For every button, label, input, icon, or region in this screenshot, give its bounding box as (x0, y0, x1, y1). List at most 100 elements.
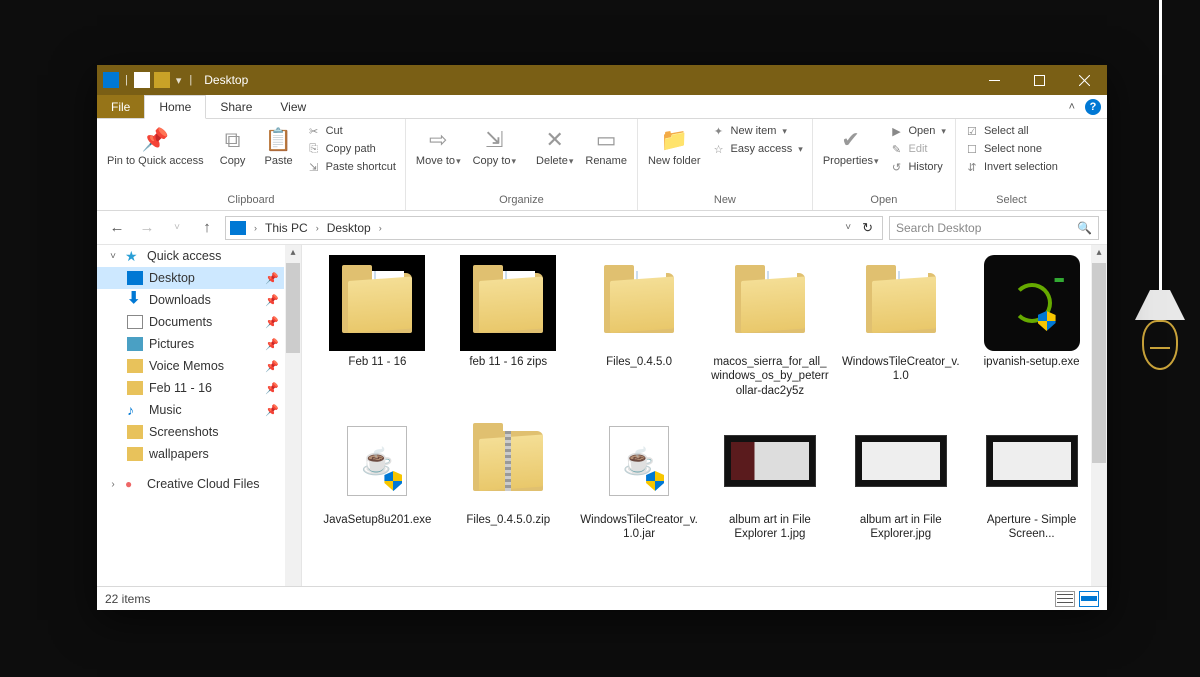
chevron-right-icon[interactable]: › (107, 479, 119, 490)
cut-button[interactable]: ✂Cut (304, 123, 399, 139)
select-none-button[interactable]: ☐Select none (962, 141, 1061, 157)
file-tab[interactable]: File (97, 95, 144, 118)
chevron-right-icon[interactable]: › (375, 223, 386, 233)
sidebar-item[interactable]: Feb 11 - 16📌 (97, 377, 284, 399)
item-thumbnail (460, 255, 556, 351)
new-folder-qat-icon[interactable] (154, 72, 170, 88)
sidebar-item[interactable]: ⬇Downloads📌 (97, 289, 284, 311)
group-label: Clipboard (97, 192, 405, 210)
file-item[interactable]: Files_0.4.5.0 (578, 255, 701, 405)
item-thumbnail: ☕ (329, 413, 425, 509)
properties-button[interactable]: ✔Properties (819, 123, 883, 170)
group-label: Select (956, 192, 1067, 210)
history-icon: ↺ (889, 160, 903, 174)
move-to-icon: ⇨ (423, 125, 453, 155)
edit-button[interactable]: ✎Edit (886, 141, 948, 157)
scroll-up-icon[interactable]: ▴ (285, 245, 301, 261)
close-button[interactable] (1062, 65, 1107, 95)
view-tab[interactable]: View (266, 95, 320, 118)
sidebar-item[interactable]: ♪Music📌 (97, 399, 284, 421)
scroll-up-icon[interactable]: ▴ (1091, 245, 1107, 261)
window-title: Desktop (204, 73, 248, 87)
file-item[interactable]: Feb 11 - 16 (316, 255, 439, 405)
copy-path-icon: ⎘ (307, 142, 321, 156)
new-folder-icon: 📁 (659, 125, 689, 155)
file-item[interactable]: album art in File Explorer.jpg (839, 413, 962, 563)
new-item-button[interactable]: ✦New item (709, 123, 806, 139)
sidebar-item[interactable]: Voice Memos📌 (97, 355, 284, 377)
item-name: Feb 11 - 16 (348, 355, 406, 369)
maximize-button[interactable] (1017, 65, 1062, 95)
invert-selection-button[interactable]: ⇵Invert selection (962, 159, 1061, 175)
paste-button[interactable]: 📋 Paste (258, 123, 300, 170)
file-item[interactable]: feb 11 - 16 zips (447, 255, 570, 405)
scroll-thumb[interactable] (1092, 263, 1106, 463)
address-dropdown-icon[interactable]: ˅ (841, 222, 855, 233)
pin-to-quick-access-button[interactable]: 📌 Pin to Quick access (103, 123, 208, 170)
sidebar-scrollbar[interactable]: ▴ (285, 245, 301, 586)
chevron-down-icon[interactable]: ˅ (107, 251, 119, 262)
forward-button[interactable]: → (135, 219, 159, 236)
scroll-thumb[interactable] (286, 263, 300, 353)
open-button[interactable]: ▶Open (886, 123, 948, 139)
back-button[interactable]: ← (105, 219, 129, 236)
search-input[interactable]: Search Desktop 🔍 (889, 216, 1099, 240)
paste-shortcut-button[interactable]: ⇲Paste shortcut (304, 159, 399, 175)
file-item[interactable]: Aperture - Simple Screen... (970, 413, 1093, 563)
sidebar-item-label: Pictures (149, 337, 194, 351)
help-icon[interactable]: ? (1085, 99, 1101, 115)
chevron-right-icon[interactable]: › (312, 223, 323, 233)
navigation-bar: ← → ˅ ↑ › This PC › Desktop › ˅ ↻ Search… (97, 211, 1107, 245)
sidebar-item[interactable]: Screenshots (97, 421, 284, 443)
breadcrumb-root[interactable]: This PC (263, 221, 310, 235)
minimize-button[interactable] (972, 65, 1017, 95)
pin-icon: 📌 (265, 382, 279, 395)
large-icons-view-button[interactable] (1079, 591, 1099, 607)
breadcrumb-leaf[interactable]: Desktop (325, 221, 373, 235)
content-scrollbar[interactable]: ▴ (1091, 245, 1107, 586)
sidebar-item[interactable]: Pictures 📌 (97, 333, 284, 355)
copy-button[interactable]: ⧉ Copy (212, 123, 254, 170)
sidebar-item[interactable]: Documents📌 (97, 311, 284, 333)
copy-to-button[interactable]: ⇲Copy to (469, 123, 520, 170)
item-thumbnail (591, 255, 687, 351)
properties-qat-icon[interactable] (134, 72, 150, 88)
pin-icon: 📌 (265, 338, 279, 351)
collapse-ribbon-icon[interactable]: ˄ (1069, 101, 1075, 113)
select-all-button[interactable]: ☑Select all (962, 123, 1061, 139)
rename-button[interactable]: ▭Rename (581, 123, 631, 170)
sidebar-item[interactable]: wallpapers (97, 443, 284, 465)
address-bar[interactable]: › This PC › Desktop › ˅ ↻ (225, 216, 883, 240)
move-to-button[interactable]: ⇨Move to (412, 123, 465, 170)
new-folder-button[interactable]: 📁New folder (644, 123, 705, 170)
qat-dropdown-icon[interactable]: ▾ (176, 74, 182, 87)
item-count: 22 items (105, 592, 150, 606)
paste-label: Paste (265, 155, 293, 168)
chevron-right-icon[interactable]: › (250, 223, 261, 233)
delete-button[interactable]: ✕Delete (532, 123, 577, 170)
file-item[interactable]: album art in File Explorer 1.jpg (709, 413, 832, 563)
item-thumbnail (722, 413, 818, 509)
sidebar-quick-access[interactable]: ˅ ★ Quick access (97, 245, 284, 267)
file-item[interactable]: ☕JavaSetup8u201.exe (316, 413, 439, 563)
file-item[interactable]: ▪▪▪ipvanish-setup.exe (970, 255, 1093, 405)
file-item[interactable]: ☕WindowsTileCreator_v.1.0.jar (578, 413, 701, 563)
sidebar-creative-cloud[interactable]: › ● Creative Cloud Files (97, 473, 284, 495)
item-name: Files_0.4.5.0.zip (466, 513, 550, 527)
sidebar-item[interactable]: Desktop📌 (97, 267, 284, 289)
copy-path-button[interactable]: ⎘Copy path (304, 141, 399, 157)
easy-access-button[interactable]: ☆Easy access (709, 141, 806, 157)
pin-label: Pin to Quick access (107, 155, 204, 168)
details-view-button[interactable] (1055, 591, 1075, 607)
refresh-icon[interactable]: ↻ (857, 220, 878, 236)
history-button[interactable]: ↺History (886, 159, 948, 175)
up-button[interactable]: ↑ (195, 219, 219, 236)
file-item[interactable]: Files_0.4.5.0.zip (447, 413, 570, 563)
file-item[interactable]: macos_sierra_for_all_windows_os_by_peter… (709, 255, 832, 405)
share-tab[interactable]: Share (206, 95, 266, 118)
home-tab[interactable]: Home (144, 95, 206, 119)
titlebar[interactable]: | ▾ | Desktop (97, 65, 1107, 95)
file-item[interactable]: WindowsTileCreator_v.1.0 (839, 255, 962, 405)
recent-dropdown-icon[interactable]: ˅ (165, 222, 189, 233)
content-pane[interactable]: Feb 11 - 16feb 11 - 16 zipsFiles_0.4.5.0… (302, 245, 1107, 586)
